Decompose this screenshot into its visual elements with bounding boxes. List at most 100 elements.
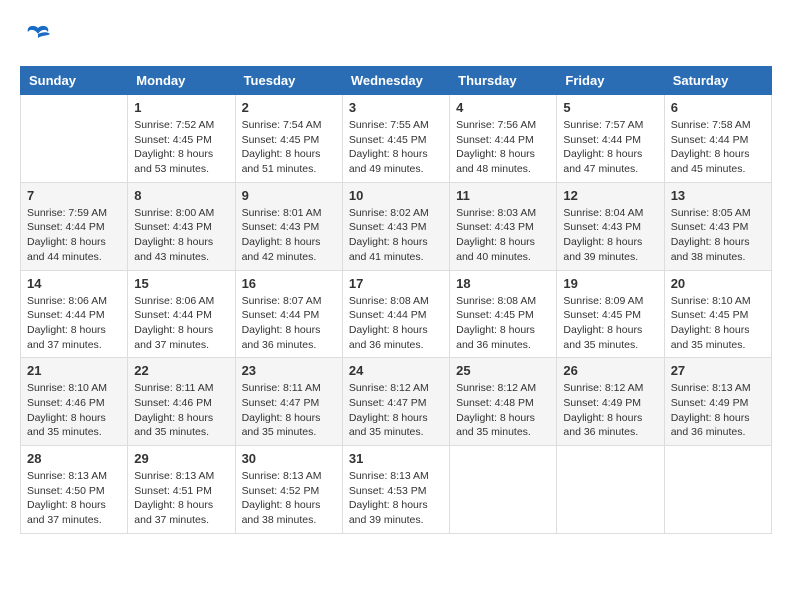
day-number: 16 (242, 276, 336, 291)
day-number: 8 (134, 188, 228, 203)
day-info: Sunrise: 7:55 AM Sunset: 4:45 PM Dayligh… (349, 118, 443, 177)
day-cell: 12 Sunrise: 8:04 AM Sunset: 4:43 PM Dayli… (557, 182, 664, 270)
column-header-saturday: Saturday (664, 67, 771, 95)
day-cell: 6 Sunrise: 7:58 AM Sunset: 4:44 PM Daylig… (664, 95, 771, 183)
column-header-thursday: Thursday (450, 67, 557, 95)
day-number: 2 (242, 100, 336, 115)
day-number: 12 (563, 188, 657, 203)
day-info: Sunrise: 8:04 AM Sunset: 4:43 PM Dayligh… (563, 206, 657, 265)
day-info: Sunrise: 8:01 AM Sunset: 4:43 PM Dayligh… (242, 206, 336, 265)
day-cell: 27 Sunrise: 8:13 AM Sunset: 4:49 PM Dayli… (664, 358, 771, 446)
day-info: Sunrise: 8:06 AM Sunset: 4:44 PM Dayligh… (134, 294, 228, 353)
day-cell: 21Sunrise: 8:10 AM Sunset: 4:46 PM Dayli… (21, 358, 128, 446)
calendar-body: 1 Sunrise: 7:52 AM Sunset: 4:45 PM Daylig… (21, 95, 772, 534)
day-number: 24 (349, 363, 443, 378)
day-cell: 3 Sunrise: 7:55 AM Sunset: 4:45 PM Daylig… (342, 95, 449, 183)
day-number: 17 (349, 276, 443, 291)
day-cell: 18Sunrise: 8:08 AM Sunset: 4:45 PM Dayli… (450, 270, 557, 358)
column-header-monday: Monday (128, 67, 235, 95)
day-cell: 14Sunrise: 8:06 AM Sunset: 4:44 PM Dayli… (21, 270, 128, 358)
day-cell: 15 Sunrise: 8:06 AM Sunset: 4:44 PM Dayli… (128, 270, 235, 358)
day-number: 10 (349, 188, 443, 203)
day-info: Sunrise: 8:10 AM Sunset: 4:45 PM Dayligh… (671, 294, 765, 353)
day-cell: 30 Sunrise: 8:13 AM Sunset: 4:52 PM Dayli… (235, 446, 342, 534)
day-number: 26 (563, 363, 657, 378)
day-cell: 19Sunrise: 8:09 AM Sunset: 4:45 PM Dayli… (557, 270, 664, 358)
day-info: Sunrise: 7:59 AM Sunset: 4:44 PM Dayligh… (27, 206, 121, 265)
day-number: 7 (27, 188, 121, 203)
column-header-wednesday: Wednesday (342, 67, 449, 95)
day-cell: 5Sunrise: 7:57 AM Sunset: 4:44 PM Daylig… (557, 95, 664, 183)
day-cell: 1 Sunrise: 7:52 AM Sunset: 4:45 PM Daylig… (128, 95, 235, 183)
column-header-friday: Friday (557, 67, 664, 95)
day-cell: 7 Sunrise: 7:59 AM Sunset: 4:44 PM Daylig… (21, 182, 128, 270)
day-number: 3 (349, 100, 443, 115)
day-info: Sunrise: 7:54 AM Sunset: 4:45 PM Dayligh… (242, 118, 336, 177)
column-header-tuesday: Tuesday (235, 67, 342, 95)
day-info: Sunrise: 8:12 AM Sunset: 4:47 PM Dayligh… (349, 381, 443, 440)
day-number: 29 (134, 451, 228, 466)
day-info: Sunrise: 8:11 AM Sunset: 4:46 PM Dayligh… (134, 381, 228, 440)
logo-bird-icon (20, 20, 56, 56)
week-row-3: 14 Sunrise: 8:06 AM Sunset: 4:44 PM Dayli… (21, 270, 772, 358)
day-cell: 9 Sunrise: 8:01 AM Sunset: 4:43 PM Daylig… (235, 182, 342, 270)
day-cell (664, 446, 771, 534)
day-number: 15 (134, 276, 228, 291)
day-cell: 13 Sunrise: 8:05 AM Sunset: 4:43 PM Dayli… (664, 182, 771, 270)
day-cell: 28 Sunrise: 8:13 AM Sunset: 4:50 PM Dayli… (21, 446, 128, 534)
day-number: 18 (456, 276, 550, 291)
day-number: 6 (671, 100, 765, 115)
day-cell: 20 Sunrise: 8:10 AM Sunset: 4:45 PM Dayli… (664, 270, 771, 358)
day-cell: 11 Sunrise: 8:03 AM Sunset: 4:43 PM Dayli… (450, 182, 557, 270)
day-number: 20 (671, 276, 765, 291)
day-info: Sunrise: 7:52 AM Sunset: 4:45 PM Dayligh… (134, 118, 228, 177)
week-row-1: 1 Sunrise: 7:52 AM Sunset: 4:45 PM Daylig… (21, 95, 772, 183)
day-cell: 24 Sunrise: 8:12 AM Sunset: 4:47 PM Dayli… (342, 358, 449, 446)
day-number: 14 (27, 276, 121, 291)
day-info: Sunrise: 7:56 AM Sunset: 4:44 PM Dayligh… (456, 118, 550, 177)
day-number: 1 (134, 100, 228, 115)
day-info: Sunrise: 8:07 AM Sunset: 4:44 PM Dayligh… (242, 294, 336, 353)
day-number: 30 (242, 451, 336, 466)
calendar-table: SundayMondayTuesdayWednesdayThursdayFrid… (20, 66, 772, 534)
day-info: Sunrise: 8:12 AM Sunset: 4:48 PM Dayligh… (456, 381, 550, 440)
day-number: 22 (134, 363, 228, 378)
day-info: Sunrise: 8:08 AM Sunset: 4:44 PM Dayligh… (349, 294, 443, 353)
day-cell: 2 Sunrise: 7:54 AM Sunset: 4:45 PM Daylig… (235, 95, 342, 183)
day-number: 27 (671, 363, 765, 378)
day-number: 28 (27, 451, 121, 466)
day-number: 9 (242, 188, 336, 203)
day-cell (21, 95, 128, 183)
day-info: Sunrise: 8:05 AM Sunset: 4:43 PM Dayligh… (671, 206, 765, 265)
column-header-sunday: Sunday (21, 67, 128, 95)
day-number: 31 (349, 451, 443, 466)
day-number: 23 (242, 363, 336, 378)
day-info: Sunrise: 8:13 AM Sunset: 4:52 PM Dayligh… (242, 469, 336, 528)
day-cell: 25 Sunrise: 8:12 AM Sunset: 4:48 PM Dayli… (450, 358, 557, 446)
week-row-2: 7 Sunrise: 7:59 AM Sunset: 4:44 PM Daylig… (21, 182, 772, 270)
day-info: Sunrise: 8:13 AM Sunset: 4:49 PM Dayligh… (671, 381, 765, 440)
day-number: 5 (563, 100, 657, 115)
week-row-4: 21Sunrise: 8:10 AM Sunset: 4:46 PM Dayli… (21, 358, 772, 446)
day-cell: 8Sunrise: 8:00 AM Sunset: 4:43 PM Daylig… (128, 182, 235, 270)
day-cell: 22 Sunrise: 8:11 AM Sunset: 4:46 PM Dayli… (128, 358, 235, 446)
day-info: Sunrise: 8:13 AM Sunset: 4:53 PM Dayligh… (349, 469, 443, 528)
logo (20, 20, 60, 56)
day-info: Sunrise: 8:13 AM Sunset: 4:50 PM Dayligh… (27, 469, 121, 528)
calendar-header: SundayMondayTuesdayWednesdayThursdayFrid… (21, 67, 772, 95)
day-info: Sunrise: 8:10 AM Sunset: 4:46 PM Dayligh… (27, 381, 121, 440)
header-row: SundayMondayTuesdayWednesdayThursdayFrid… (21, 67, 772, 95)
day-cell: 26Sunrise: 8:12 AM Sunset: 4:49 PM Dayli… (557, 358, 664, 446)
day-cell: 16 Sunrise: 8:07 AM Sunset: 4:44 PM Dayli… (235, 270, 342, 358)
day-number: 13 (671, 188, 765, 203)
day-number: 11 (456, 188, 550, 203)
day-info: Sunrise: 7:58 AM Sunset: 4:44 PM Dayligh… (671, 118, 765, 177)
day-cell (450, 446, 557, 534)
day-info: Sunrise: 8:02 AM Sunset: 4:43 PM Dayligh… (349, 206, 443, 265)
day-info: Sunrise: 8:11 AM Sunset: 4:47 PM Dayligh… (242, 381, 336, 440)
day-info: Sunrise: 8:09 AM Sunset: 4:45 PM Dayligh… (563, 294, 657, 353)
page-header (20, 20, 772, 56)
day-cell: 31 Sunrise: 8:13 AM Sunset: 4:53 PM Dayli… (342, 446, 449, 534)
day-number: 25 (456, 363, 550, 378)
day-info: Sunrise: 8:03 AM Sunset: 4:43 PM Dayligh… (456, 206, 550, 265)
